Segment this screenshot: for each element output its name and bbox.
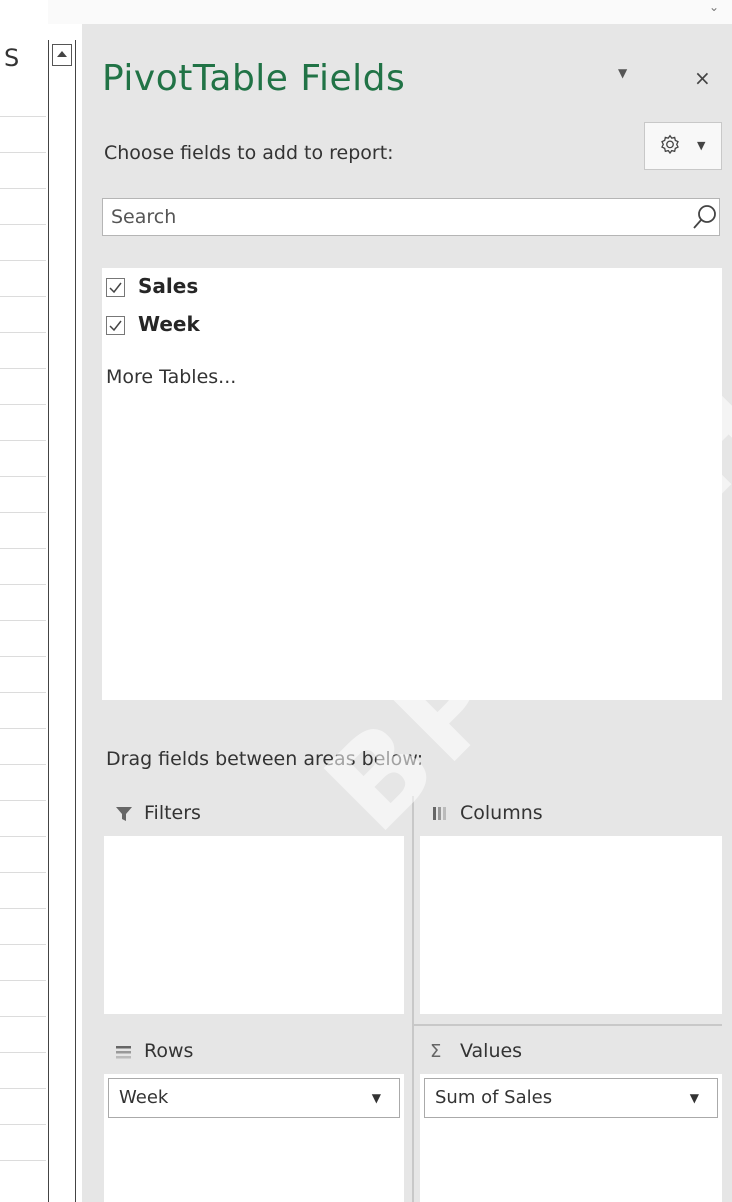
grid-line bbox=[0, 188, 46, 189]
ribbon-strip: ⌄ bbox=[0, 0, 732, 24]
grid-line bbox=[0, 620, 46, 621]
grid-line bbox=[0, 368, 46, 369]
chevron-down-icon[interactable]: ▼ bbox=[690, 1091, 699, 1105]
grid-line bbox=[0, 152, 46, 153]
columns-area[interactable]: Columns bbox=[420, 796, 722, 1014]
scroll-up-arrow-icon[interactable] bbox=[52, 44, 72, 66]
spreadsheet-column[interactable]: S bbox=[0, 0, 48, 1202]
grid-line bbox=[0, 980, 46, 981]
filters-area[interactable]: Filters bbox=[104, 796, 404, 1014]
grid-line bbox=[0, 404, 46, 405]
grid-line bbox=[0, 584, 46, 585]
grid-line bbox=[0, 1088, 46, 1089]
sigma-icon: Σ bbox=[430, 1041, 442, 1062]
drag-fields-label: Drag fields between areas below: bbox=[106, 748, 424, 770]
grid-line bbox=[0, 224, 46, 225]
grid-line bbox=[0, 908, 46, 909]
grid-line bbox=[0, 116, 46, 117]
grid-line bbox=[0, 944, 46, 945]
filters-header: Filters bbox=[104, 796, 404, 836]
values-drop-zone[interactable]: Sum of Sales ▼ bbox=[420, 1074, 722, 1202]
chevron-down-icon[interactable]: ▼ bbox=[372, 1091, 381, 1105]
grid-line bbox=[0, 548, 46, 549]
rows-header: Rows bbox=[104, 1034, 404, 1074]
column-header: S bbox=[4, 44, 20, 72]
search-input[interactable] bbox=[103, 199, 673, 235]
rows-field-week[interactable]: Week ▼ bbox=[108, 1078, 400, 1118]
field-label: Week bbox=[138, 312, 200, 336]
values-field-sum-of-sales[interactable]: Sum of Sales ▼ bbox=[424, 1078, 718, 1118]
columns-title: Columns bbox=[460, 802, 543, 824]
vertical-scrollbar[interactable] bbox=[48, 40, 76, 1202]
grid-line bbox=[0, 872, 46, 873]
rows-drop-zone[interactable]: Week ▼ bbox=[104, 1074, 404, 1202]
pane-title: PivotTable Fields bbox=[102, 58, 406, 99]
grid-line bbox=[0, 332, 46, 333]
rows-area[interactable]: Rows Week ▼ bbox=[104, 1034, 404, 1202]
search-icon[interactable] bbox=[691, 203, 719, 231]
values-area[interactable]: Σ Values Sum of Sales ▼ bbox=[420, 1034, 722, 1202]
choose-fields-label: Choose fields to add to report: bbox=[104, 142, 394, 164]
grid-line bbox=[0, 1052, 46, 1053]
more-tables-link[interactable]: More Tables... bbox=[106, 366, 236, 388]
chevron-down-icon: ▼ bbox=[697, 139, 706, 152]
grid-line bbox=[0, 1124, 46, 1125]
grid-line bbox=[0, 656, 46, 657]
grid-line bbox=[0, 764, 46, 765]
filters-drop-zone[interactable] bbox=[104, 836, 404, 1014]
rows-field-label: Week bbox=[119, 1087, 169, 1108]
grid-line bbox=[0, 440, 46, 441]
columns-drop-zone[interactable] bbox=[420, 836, 722, 1014]
rows-icon bbox=[116, 1046, 131, 1059]
grid-line bbox=[0, 476, 46, 477]
grid-line bbox=[0, 296, 46, 297]
pane-options-chevron-icon[interactable]: ▼ bbox=[618, 66, 627, 80]
values-field-label: Sum of Sales bbox=[435, 1087, 553, 1108]
filter-icon bbox=[116, 807, 132, 821]
checkmark-icon bbox=[109, 320, 122, 332]
field-checkbox-sales[interactable] bbox=[106, 278, 125, 297]
area-divider bbox=[412, 796, 414, 1202]
rows-title: Rows bbox=[144, 1040, 194, 1062]
grid-line bbox=[0, 692, 46, 693]
grid-line bbox=[0, 260, 46, 261]
grid-line bbox=[0, 728, 46, 729]
field-list-settings-button[interactable]: ▼ bbox=[644, 122, 722, 170]
columns-icon bbox=[433, 807, 446, 820]
grid-line bbox=[0, 1016, 46, 1017]
gear-icon bbox=[661, 134, 679, 155]
columns-header: Columns bbox=[420, 796, 722, 836]
close-icon[interactable]: × bbox=[694, 66, 711, 90]
checkmark-icon bbox=[109, 282, 122, 294]
pivottable-fields-pane: PivotTable Fields ▼ × Choose fields to a… bbox=[82, 24, 732, 1202]
grid-line bbox=[0, 512, 46, 513]
grid-line bbox=[0, 800, 46, 801]
ribbon-collapse-icon[interactable]: ⌄ bbox=[709, 0, 719, 14]
grid-line bbox=[0, 1160, 46, 1161]
field-list: Sales Week More Tables... bbox=[102, 268, 722, 700]
grid-line bbox=[0, 836, 46, 837]
field-label: Sales bbox=[138, 274, 199, 298]
filters-title: Filters bbox=[144, 802, 201, 824]
values-header: Σ Values bbox=[420, 1034, 722, 1074]
area-divider bbox=[414, 1024, 722, 1026]
search-field[interactable] bbox=[102, 198, 720, 236]
values-title: Values bbox=[460, 1040, 523, 1062]
field-checkbox-week[interactable] bbox=[106, 316, 125, 335]
